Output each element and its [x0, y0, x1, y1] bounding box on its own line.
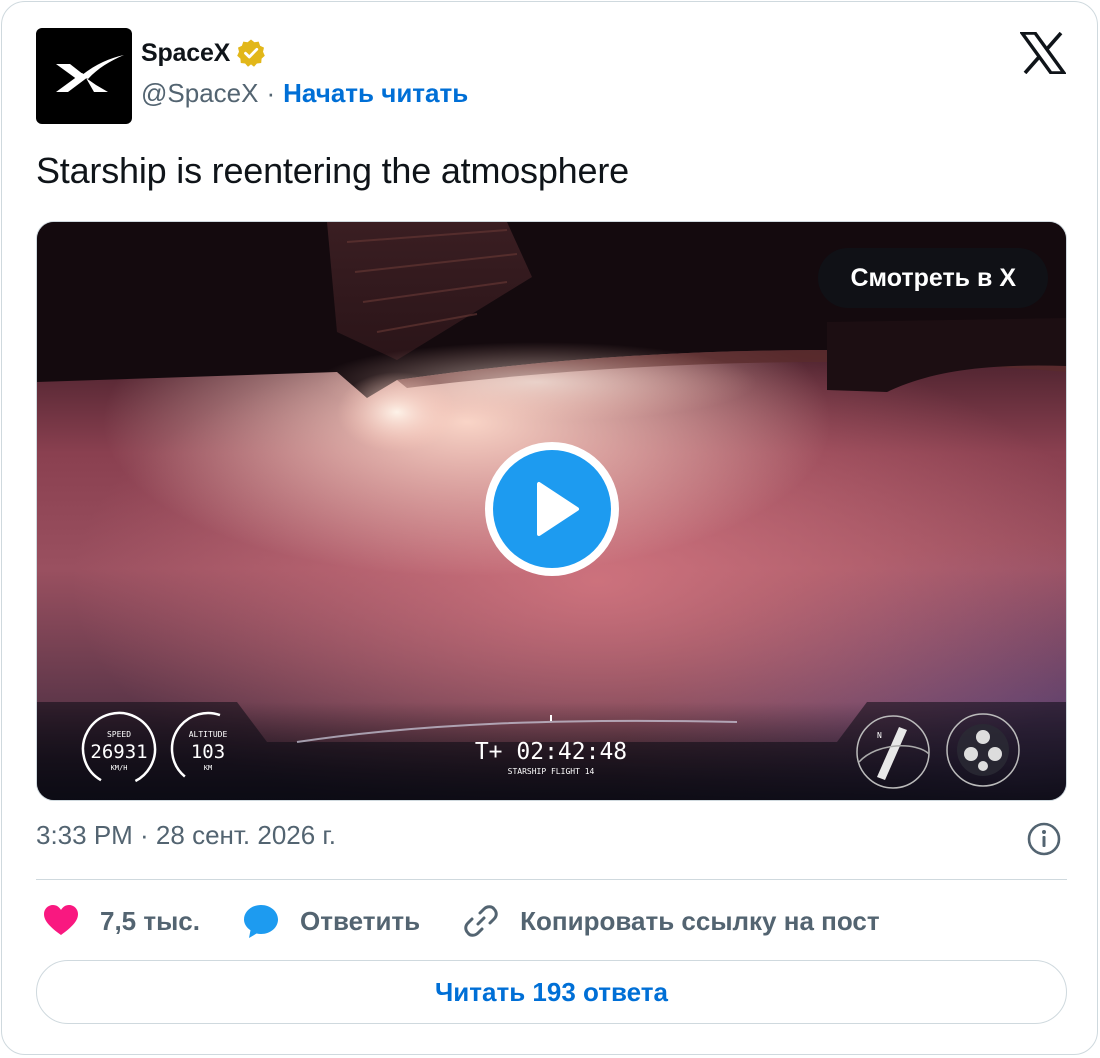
speed-label: SPEED [107, 730, 131, 739]
altitude-label: ALTITUDE [189, 730, 228, 739]
timestamp-link[interactable]: 3:33 PM · 28 сент. 2026 г. [36, 820, 336, 851]
verified-badge-icon [237, 39, 265, 67]
author-handle-row: @SpaceX · Начать читать [141, 78, 468, 109]
watch-on-x-button[interactable]: Смотреть в X [818, 248, 1048, 308]
avatar[interactable] [36, 28, 132, 124]
tweet-card: SpaceX @SpaceX · Начать читать Starship … [1, 1, 1098, 1055]
read-replies-button[interactable]: Читать 193 ответа [36, 960, 1067, 1024]
info-icon[interactable] [1027, 822, 1061, 856]
compass-north: N [877, 731, 882, 740]
speed-unit: KM/H [111, 764, 128, 772]
separator-dot: · [266, 78, 276, 108]
reply-label: Ответить [300, 905, 421, 936]
heart-icon [44, 905, 78, 935]
play-icon [537, 482, 579, 536]
mission-timer: T+ 02:42:48 [475, 739, 627, 765]
play-button[interactable] [485, 442, 619, 576]
divider [36, 879, 1067, 880]
author-name[interactable]: SpaceX [141, 39, 230, 68]
altitude-unit: KM [204, 764, 212, 772]
tweet-text: Starship is reentering the atmosphere [36, 150, 629, 191]
copy-link-label: Копировать ссылку на пост [520, 905, 880, 936]
link-icon [464, 905, 498, 937]
action-bar: 7,5 тыс. Ответить Копировать ссылку на п… [42, 898, 922, 944]
copy-link-button[interactable]: Копировать ссылку на пост [462, 902, 880, 940]
spacex-logo-icon [56, 55, 124, 92]
like-count: 7,5 тыс. [100, 905, 200, 936]
reply-button[interactable]: Ответить [242, 902, 420, 940]
x-logo-icon[interactable] [1020, 32, 1066, 74]
video-player[interactable]: SPEED 26931 KM/H ALTITUDE 103 KM T+ 02:4… [36, 221, 1067, 801]
speed-value: 26931 [90, 741, 147, 763]
author-handle[interactable]: @SpaceX [141, 78, 258, 109]
like-button[interactable]: 7,5 тыс. [42, 902, 200, 940]
altitude-value: 103 [191, 741, 225, 763]
follow-link[interactable]: Начать читать [283, 78, 468, 109]
author-name-row: SpaceX [141, 38, 266, 68]
speech-bubble-icon [244, 905, 278, 938]
flight-label: STARSHIP FLIGHT 14 [508, 767, 595, 776]
